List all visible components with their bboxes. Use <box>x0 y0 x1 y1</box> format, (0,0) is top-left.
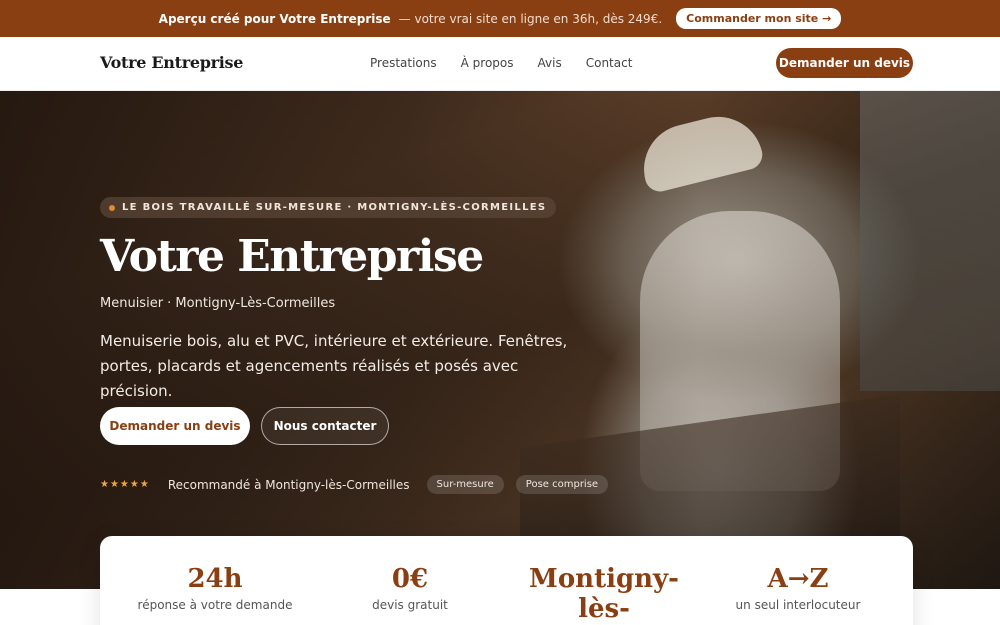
hero-tag-text: LE BOIS TRAVAILLÉ SUR-MESURE · MONTIGNY-… <box>122 202 547 213</box>
hero-photo-cap <box>634 107 766 195</box>
hero-tag: LE BOIS TRAVAILLÉ SUR-MESURE · MONTIGNY-… <box>100 197 557 218</box>
rating-stars-icon: ★★★★★ <box>100 479 150 490</box>
brand-logo[interactable]: Votre Entreprise <box>100 53 243 72</box>
stat-single-contact: A→Z un seul interlocuteur <box>718 564 878 612</box>
stat-response-time: 24h réponse à votre demande <box>135 564 295 612</box>
hero-subtitle: Menuisier · Montigny-Lès-Cormeilles <box>100 296 336 311</box>
stat-label: un seul interlocuteur <box>735 598 861 612</box>
promo-text: — votre vrai site en ligne en 36h, dès 2… <box>398 11 663 26</box>
hero-title: Votre Entreprise <box>100 231 484 282</box>
hero-quote-button[interactable]: Demander un devis <box>100 407 250 445</box>
stat-location: Montigny-lès- <box>524 564 684 624</box>
nav-link-a-propos[interactable]: À propos <box>461 56 514 70</box>
promo-lead: Aperçu créé pour Votre Entreprise <box>158 11 391 26</box>
stat-value: 0€ <box>391 564 429 594</box>
recommendation-text: Recommandé à Montigny-lès-Cormeilles <box>167 477 410 492</box>
nav-link-contact[interactable]: Contact <box>586 56 633 70</box>
promo-banner: Aperçu créé pour Votre Entreprise — votr… <box>0 0 1000 37</box>
nav-link-prestations[interactable]: Prestations <box>370 56 437 70</box>
stat-label: réponse à votre demande <box>137 598 293 612</box>
stat-label: devis gratuit <box>372 598 448 612</box>
stat-value: 24h <box>187 564 243 594</box>
stat-free-quote: 0€ devis gratuit <box>330 564 490 612</box>
hero-photo-wall <box>860 91 1000 391</box>
nav-quote-button[interactable]: Demander un devis <box>776 48 913 78</box>
hero-contact-button[interactable]: Nous contacter <box>261 407 389 445</box>
nav-link-avis[interactable]: Avis <box>538 56 562 70</box>
stats-card: 24h réponse à votre demande 0€ devis gra… <box>100 536 913 625</box>
hero-description: Menuiserie bois, alu et PVC, intérieure … <box>100 332 568 400</box>
hero-section: LE BOIS TRAVAILLÉ SUR-MESURE · MONTIGNY-… <box>0 91 1000 589</box>
stat-value: A→Z <box>767 564 829 594</box>
top-navigation: Votre Entreprise Prestations À propos Av… <box>0 37 1000 91</box>
chip-sur-mesure: Sur-mesure <box>426 475 504 494</box>
order-site-button[interactable]: Commander mon site → <box>676 8 842 29</box>
stat-value: Montigny-lès- <box>529 564 679 624</box>
tag-dot-icon <box>109 204 115 211</box>
nav-links: Prestations À propos Avis Contact <box>370 56 656 70</box>
trust-row: ★★★★★ Recommandé à Montigny-lès-Cormeill… <box>100 475 609 494</box>
chip-pose-comprise: Pose comprise <box>515 475 609 494</box>
